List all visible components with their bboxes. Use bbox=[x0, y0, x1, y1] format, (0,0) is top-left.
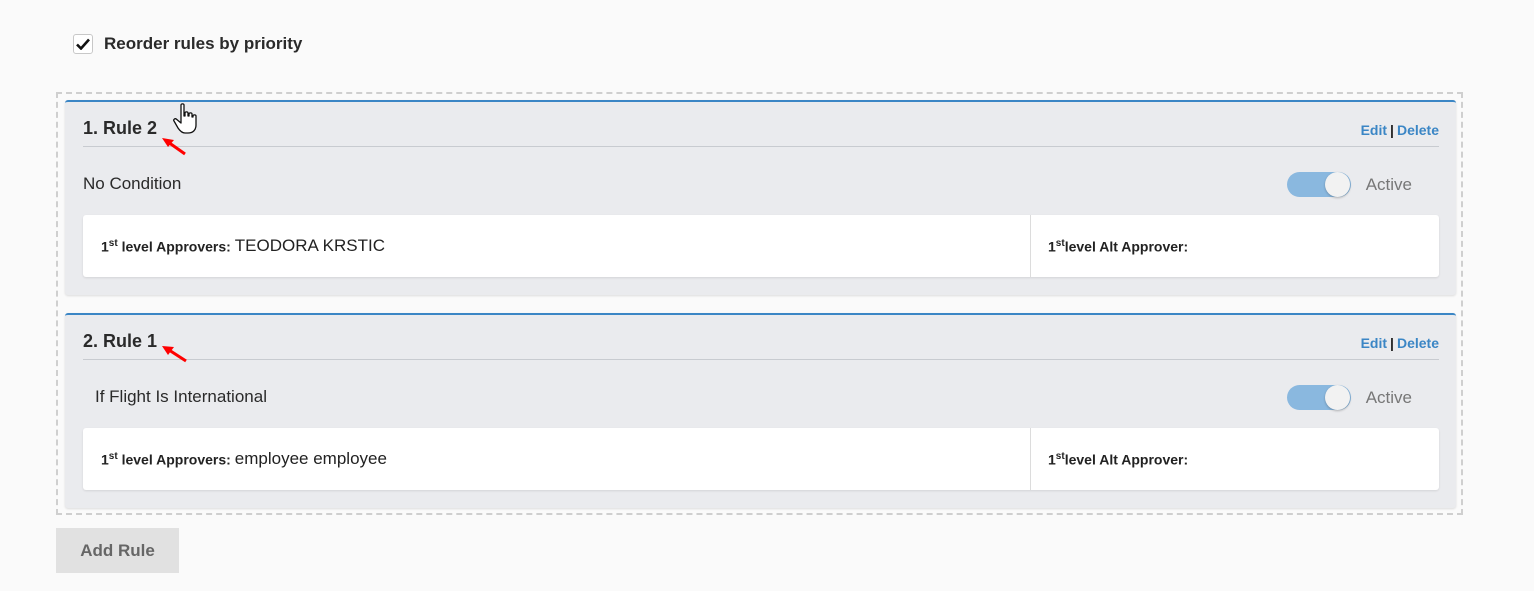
alt-approver-label: 1stlevel Alt Approver: bbox=[1048, 237, 1189, 255]
approvers-label: 1st level Approvers: bbox=[101, 450, 231, 468]
active-toggle[interactable] bbox=[1286, 172, 1351, 197]
edit-link[interactable]: Edit bbox=[1361, 335, 1387, 351]
rule-header: 1. Rule 2 Edit | Delete bbox=[83, 118, 1439, 147]
active-toggle-group: Active bbox=[1286, 385, 1412, 410]
rule-title: 1. Rule 2 bbox=[83, 118, 158, 138]
reorder-checkbox[interactable] bbox=[73, 34, 93, 54]
toggle-label: Active bbox=[1365, 387, 1412, 407]
edit-link[interactable]: Edit bbox=[1361, 122, 1387, 138]
action-separator: | bbox=[1390, 335, 1394, 351]
rule-card[interactable]: 2. Rule 1 Edit | Delete If Flight Is Inter… bbox=[65, 313, 1456, 508]
approvers-panel: 1st level Approvers: employee employee 1… bbox=[83, 428, 1439, 490]
approvers-value: TEODORA KRSTIC bbox=[234, 236, 385, 255]
first-level-approvers: 1st level Approvers: TEODORA KRSTIC bbox=[83, 215, 1031, 277]
approvers-value: employee employee bbox=[234, 449, 387, 468]
rule-header: 2. Rule 1 Edit | Delete bbox=[83, 331, 1439, 360]
hand-cursor-icon bbox=[173, 103, 197, 134]
delete-link[interactable]: Delete bbox=[1397, 335, 1439, 351]
reorder-label: Reorder rules by priority bbox=[104, 34, 303, 53]
red-arrow-icon bbox=[162, 138, 186, 156]
toggle-knob bbox=[1324, 172, 1350, 197]
active-toggle-group: Active bbox=[1286, 172, 1412, 197]
first-level-alt-approver: 1stlevel Alt Approver: bbox=[1031, 215, 1439, 277]
rule-card[interactable]: 1. Rule 2 Edit | Delete No Condition Activ… bbox=[65, 100, 1456, 295]
add-rule-button[interactable]: Add Rule bbox=[56, 528, 179, 573]
rule-condition: No Condition bbox=[83, 174, 182, 193]
red-arrow-icon bbox=[162, 346, 187, 363]
delete-link[interactable]: Delete bbox=[1397, 122, 1439, 138]
toggle-knob bbox=[1324, 385, 1350, 410]
rules-drop-zone: 1. Rule 2 Edit | Delete No Condition Activ… bbox=[56, 92, 1463, 515]
checkmark-icon bbox=[76, 38, 90, 50]
rule-title: 2. Rule 1 bbox=[83, 331, 158, 351]
first-level-approvers: 1st level Approvers: employee employee bbox=[83, 428, 1031, 490]
rule-condition: If Flight Is International bbox=[95, 387, 267, 406]
first-level-alt-approver: 1stlevel Alt Approver: bbox=[1031, 428, 1439, 490]
active-toggle[interactable] bbox=[1286, 385, 1351, 410]
approvers-label: 1st level Approvers: bbox=[101, 237, 231, 255]
rule-actions: Edit | Delete bbox=[1361, 122, 1439, 138]
action-separator: | bbox=[1390, 122, 1394, 138]
alt-approver-label: 1stlevel Alt Approver: bbox=[1048, 450, 1189, 468]
approvers-panel: 1st level Approvers: TEODORA KRSTIC 1stl… bbox=[83, 215, 1439, 277]
toggle-label: Active bbox=[1365, 174, 1412, 194]
reorder-checkbox-row[interactable]: Reorder rules by priority bbox=[73, 34, 302, 54]
rule-actions: Edit | Delete bbox=[1361, 335, 1439, 351]
